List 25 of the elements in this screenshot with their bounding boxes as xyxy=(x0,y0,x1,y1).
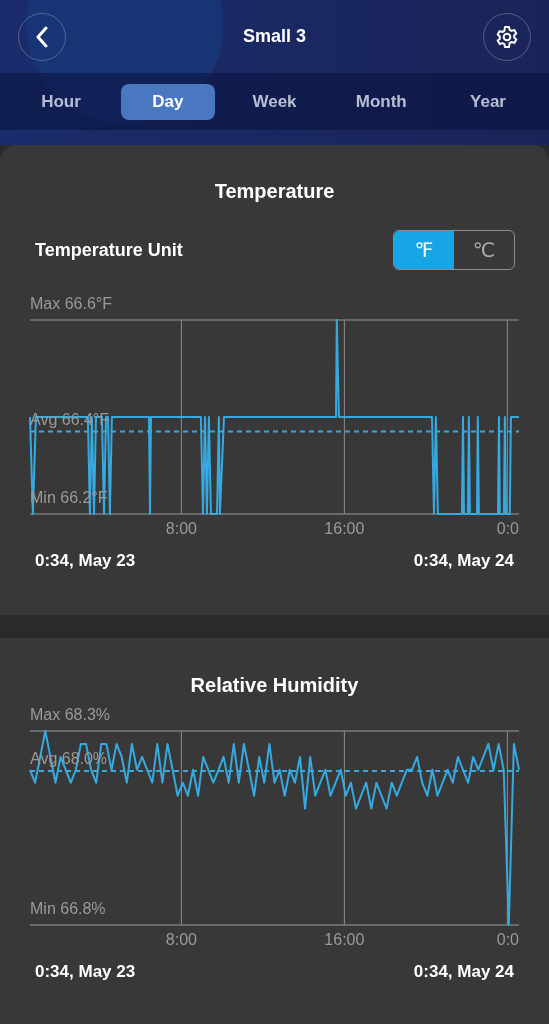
axis-label: 0:0 xyxy=(496,520,519,537)
period-tab[interactable]: Week xyxy=(227,83,322,120)
max-label: Max 68.3% xyxy=(30,706,111,723)
date-label: 0:34, May 24 xyxy=(413,550,514,572)
unit-option[interactable]: ℃ xyxy=(454,231,514,269)
back-icon xyxy=(35,25,49,48)
unit-label: Temperature Unit xyxy=(35,238,183,262)
axis-label: 8:00 xyxy=(165,931,197,948)
min-label: Min 66.8% xyxy=(30,900,106,917)
axis-label: 16:00 xyxy=(324,931,365,948)
page-title: Small 3 xyxy=(242,25,306,48)
date-label: 0:34, May 23 xyxy=(35,550,136,572)
axis-label: 16:00 xyxy=(324,520,365,537)
max-label: Max 66.6°F xyxy=(30,295,112,312)
date-label: 0:34, May 23 xyxy=(35,961,136,983)
axis-label: 8:00 xyxy=(165,520,197,537)
period-tab[interactable]: Year xyxy=(441,83,535,120)
period-tab[interactable]: Month xyxy=(334,83,429,120)
axis-label: 0:0 xyxy=(496,931,519,948)
period-tab[interactable]: Hour xyxy=(14,83,108,120)
card-title: Temperature xyxy=(213,179,336,203)
settings-icon xyxy=(495,24,519,49)
period-tab[interactable]: Day xyxy=(120,83,215,120)
date-label: 0:34, May 24 xyxy=(413,961,514,983)
card-title: Relative Humidity xyxy=(189,673,360,697)
